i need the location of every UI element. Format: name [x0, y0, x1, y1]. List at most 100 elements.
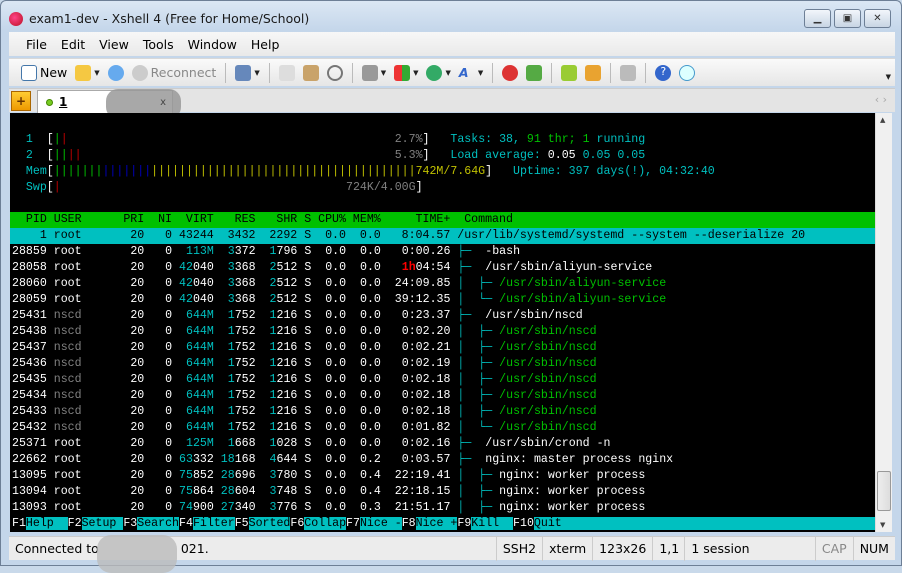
- tab-session-1[interactable]: 1x: [37, 89, 181, 119]
- chat-button[interactable]: [677, 64, 697, 81]
- fkey-label[interactable]: Sorted: [248, 517, 291, 530]
- lock-button[interactable]: [583, 64, 603, 81]
- fkey-f3[interactable]: F3: [123, 517, 137, 530]
- fkey-f6[interactable]: F6: [290, 517, 304, 530]
- status-cap: CAP: [814, 536, 853, 561]
- minimize-button[interactable]: ▁: [804, 9, 831, 28]
- process-row: 25371 root 20 0 125M 1668 1028 S 0.0 0.0…: [12, 437, 611, 450]
- cpu2-meter: 2 [|||| 5.3%] Load average: 0.05 0.05 0.…: [12, 149, 646, 162]
- status-connected: Connected to: [15, 541, 99, 556]
- fkey-label[interactable]: Quit: [533, 517, 875, 530]
- fkey-label[interactable]: Collap: [304, 517, 347, 530]
- status-size: 123x26: [592, 536, 652, 561]
- menu-edit[interactable]: Edit: [54, 37, 92, 52]
- transfer-icon: [394, 64, 411, 81]
- fkey-f5[interactable]: F5: [235, 517, 249, 530]
- status-protocol: SSH2: [495, 536, 542, 561]
- xftp-icon: [526, 64, 543, 81]
- process-row: 25436 nscd 20 0 644M 1752 1216 S 0.0 0.0…: [12, 357, 597, 370]
- menu-view[interactable]: View: [92, 37, 136, 52]
- status-cursor: 1,1: [652, 536, 684, 561]
- copy-icon: [278, 64, 295, 81]
- print-button[interactable]: ▼: [360, 64, 388, 81]
- font-button[interactable]: A ▼: [457, 65, 485, 81]
- fkey-f10[interactable]: F10: [513, 517, 534, 530]
- lock-icon: [585, 64, 602, 81]
- xshell-button[interactable]: [500, 64, 520, 81]
- toolbar-overflow-icon[interactable]: ▼: [886, 73, 891, 81]
- process-row: 25438 nscd 20 0 644M 1752 1216 S 0.0 0.0…: [12, 325, 597, 338]
- fkey-f8[interactable]: F8: [402, 517, 416, 530]
- fkey-label[interactable]: Setup: [81, 517, 124, 530]
- fkey-label[interactable]: Search: [137, 517, 180, 530]
- copy-button[interactable]: [277, 64, 297, 81]
- folder-icon: [75, 64, 92, 81]
- keyboard-icon: [620, 64, 637, 81]
- keyboard-button[interactable]: [618, 64, 638, 81]
- fkey-f2[interactable]: F2: [68, 517, 82, 530]
- status-term: xterm: [542, 536, 592, 561]
- fkey-label[interactable]: Nice +: [415, 517, 458, 530]
- menu-file[interactable]: File: [19, 37, 54, 52]
- print-icon: [361, 64, 378, 81]
- process-row: 28859 root 20 0 113M 3372 1796 S 0.0 0.0…: [12, 245, 521, 258]
- fkey-f7[interactable]: F7: [346, 517, 360, 530]
- swap-meter: Swp[| 724K/4.00G]: [12, 181, 423, 194]
- window-title: exam1-dev - Xshell 4 (Free for Home/Scho…: [29, 11, 310, 26]
- process-row: 25435 nscd 20 0 644M 1752 1216 S 0.0 0.0…: [12, 373, 597, 386]
- find-button[interactable]: [325, 64, 345, 81]
- properties-icon: [235, 64, 252, 81]
- fkey-f1[interactable]: F1: [12, 517, 26, 530]
- maximize-button[interactable]: ▣: [834, 9, 861, 28]
- scrollbar-thumb[interactable]: [877, 471, 891, 511]
- status-num: NUM: [852, 536, 895, 561]
- process-row: 28059 root 20 0 42040 3368 2512 S 0.0 0.…: [12, 293, 667, 306]
- help-button[interactable]: ?: [653, 64, 673, 81]
- mem-meter: Mem[||||||||||||||||||||||||||||||||||||…: [12, 165, 715, 178]
- properties-button[interactable]: ▼: [233, 64, 261, 81]
- status-sessions: 1 session: [684, 536, 777, 561]
- fkey-label[interactable]: Kill: [471, 517, 514, 530]
- fkey-f4[interactable]: F4: [179, 517, 193, 530]
- paste-icon: [302, 64, 319, 81]
- xshell-icon: [502, 64, 519, 81]
- xftp-button[interactable]: [524, 64, 544, 81]
- menu-window[interactable]: Window: [181, 37, 244, 52]
- function-key-bar: F1Help F2Setup F3SearchF4FilterF5SortedF…: [10, 516, 875, 532]
- process-row: 25437 nscd 20 0 644M 1752 1216 S 0.0 0.0…: [12, 341, 597, 354]
- menu-help[interactable]: Help: [244, 37, 287, 52]
- tab-close-icon[interactable]: x: [160, 97, 166, 108]
- title-bar: exam1-dev - Xshell 4 (Free for Home/Scho…: [9, 11, 309, 26]
- open-button[interactable]: ▼: [73, 64, 101, 81]
- cpu1-meter: 1 [|| 2.7%] Tasks: 38, 91 thr; 1 running: [12, 133, 646, 146]
- reconnect-button[interactable]: Reconnect: [130, 64, 219, 81]
- process-row: 25431 nscd 20 0 644M 1752 1216 S 0.0 0.0…: [12, 309, 583, 322]
- fkey-label[interactable]: Help: [25, 517, 68, 530]
- menu-bar: File Edit View Tools Window Help: [9, 32, 895, 56]
- status-bar: Connected to 021. SSH2 xterm 123x26 1,1 1…: [9, 535, 895, 573]
- terminal-scrollbar[interactable]: ▲ ▼: [875, 113, 892, 532]
- process-table-header: PID USER PRI NI VIRT RES SHR S CPU% MEM%…: [10, 212, 875, 228]
- fkey-label[interactable]: Nice -: [359, 517, 402, 530]
- terminal[interactable]: 1 [|| 2.7%] Tasks: 38, 91 thr; 1 running…: [10, 113, 875, 532]
- add-tab-button[interactable]: +: [11, 91, 31, 111]
- tab-scroll-arrows-icon[interactable]: ‹ ›: [875, 93, 887, 106]
- new-session-icon: [21, 64, 37, 81]
- tab-bar: + 1x ‹ ›: [9, 88, 895, 119]
- globe-button[interactable]: ▼: [424, 64, 452, 81]
- paste-button[interactable]: [301, 64, 321, 81]
- tile-button[interactable]: [559, 64, 579, 81]
- menu-tools[interactable]: Tools: [136, 37, 181, 52]
- close-button[interactable]: ✕: [864, 9, 891, 28]
- help-icon: ?: [655, 64, 672, 81]
- fkey-f9[interactable]: F9: [457, 517, 471, 530]
- fkey-label[interactable]: Filter: [192, 517, 235, 530]
- toolbar: New ▼ Reconnect ▼ ▼ ▼ ▼ A ▼ ? ▼: [9, 58, 895, 86]
- process-row: 22662 root 20 0 63332 18168 4644 S 0.0 0…: [12, 453, 674, 466]
- process-row: 13095 root 20 0 75852 28696 3780 S 0.0 0…: [12, 469, 646, 482]
- connect-button[interactable]: [106, 64, 126, 81]
- transfer-button[interactable]: ▼: [392, 64, 420, 81]
- new-button[interactable]: New: [19, 64, 69, 81]
